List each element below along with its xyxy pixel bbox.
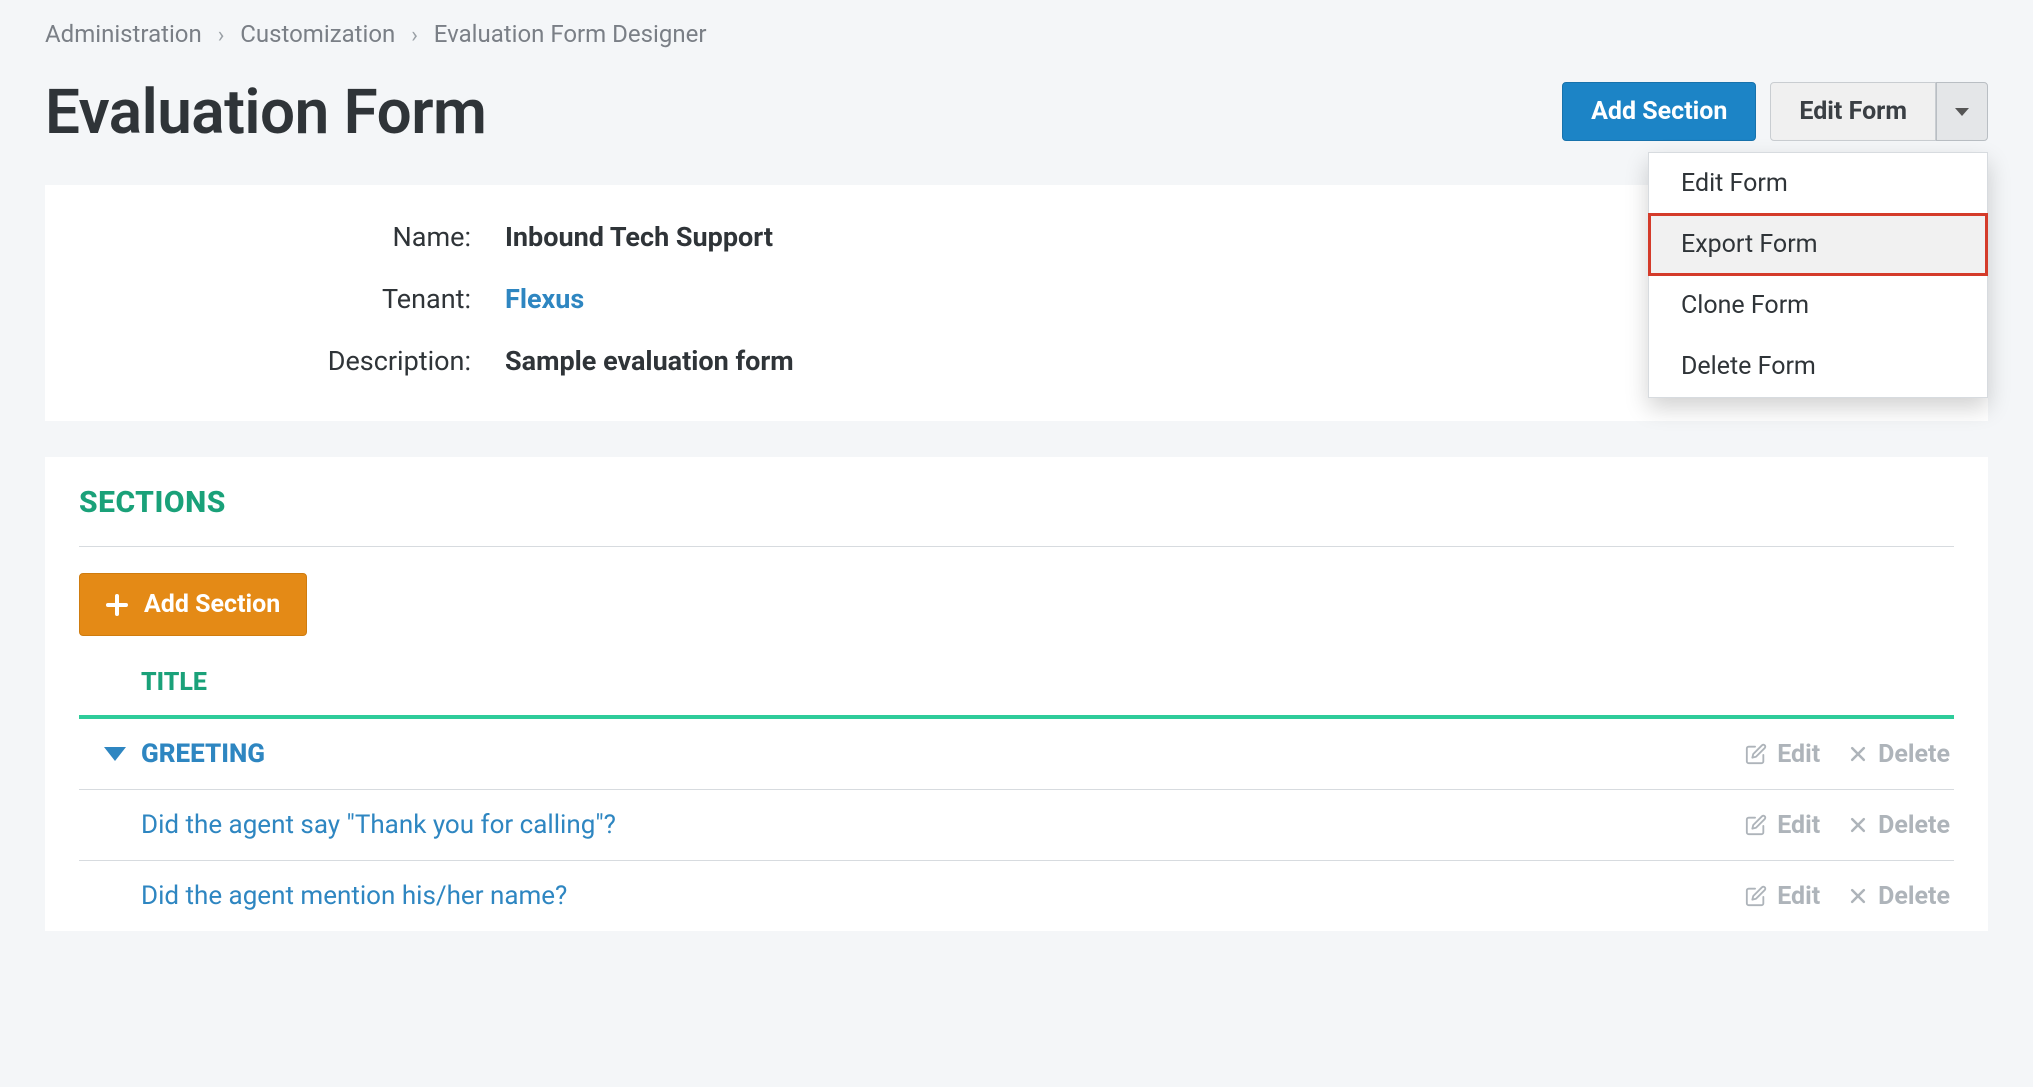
question-link[interactable]: Did the agent say "Thank you for calling…	[141, 810, 1745, 840]
dropdown-item-export-form[interactable]: Export Form	[1649, 214, 1987, 275]
close-icon	[1848, 815, 1868, 835]
breadcrumb-item[interactable]: Evaluation Form Designer	[434, 20, 707, 48]
edit-question-button[interactable]: Edit	[1745, 882, 1820, 911]
name-label: Name:	[75, 221, 505, 253]
breadcrumb-item[interactable]: Customization	[240, 20, 395, 48]
breadcrumb-item[interactable]: Administration	[45, 20, 202, 48]
edit-icon	[1745, 814, 1767, 836]
row-actions: Edit Delete	[1745, 882, 1950, 911]
delete-section-button[interactable]: Delete	[1848, 740, 1950, 769]
edit-form-dropdown-menu: Edit Form Export Form Clone Form Delete …	[1648, 152, 1988, 398]
edit-question-button[interactable]: Edit	[1745, 811, 1820, 840]
delete-label: Delete	[1878, 811, 1950, 840]
sections-card: SECTIONS Add Section TITLE GREETING Edit…	[45, 457, 1988, 931]
section-row: GREETING Edit Delete	[79, 719, 1954, 790]
delete-label: Delete	[1878, 740, 1950, 769]
question-link[interactable]: Did the agent mention his/her name?	[141, 881, 1745, 911]
breadcrumb: Administration › Customization › Evaluat…	[45, 0, 1988, 48]
tenant-label: Tenant:	[75, 283, 505, 315]
header-actions: Add Section Edit Form Edit Form Export F…	[1562, 82, 1988, 141]
sections-table-header: TITLE	[79, 668, 1954, 719]
question-row: Did the agent mention his/her name? Edit…	[79, 861, 1954, 931]
row-actions: Edit Delete	[1745, 740, 1950, 769]
edit-label: Edit	[1777, 740, 1820, 769]
section-title-link[interactable]: GREETING	[141, 739, 1745, 769]
edit-icon	[1745, 743, 1767, 765]
delete-question-button[interactable]: Delete	[1848, 882, 1950, 911]
delete-label: Delete	[1878, 882, 1950, 911]
add-section-button-secondary[interactable]: Add Section	[79, 573, 307, 636]
edit-label: Edit	[1777, 882, 1820, 911]
description-label: Description:	[75, 345, 505, 377]
delete-question-button[interactable]: Delete	[1848, 811, 1950, 840]
edit-section-button[interactable]: Edit	[1745, 740, 1820, 769]
dropdown-item-clone-form[interactable]: Clone Form	[1649, 275, 1987, 336]
page-title: Evaluation Form	[45, 76, 486, 149]
dropdown-item-delete-form[interactable]: Delete Form	[1649, 336, 1987, 397]
section-expand-toggle[interactable]	[89, 747, 141, 761]
question-row: Did the agent say "Thank you for calling…	[79, 790, 1954, 861]
close-icon	[1848, 744, 1868, 764]
edit-form-dropdown-toggle[interactable]	[1936, 82, 1988, 141]
edit-label: Edit	[1777, 811, 1820, 840]
row-actions: Edit Delete	[1745, 811, 1950, 840]
sections-heading: SECTIONS	[79, 485, 1954, 547]
chevron-right-icon: ›	[411, 23, 418, 48]
add-section-label: Add Section	[144, 590, 280, 619]
add-section-button[interactable]: Add Section	[1562, 82, 1756, 141]
edit-form-button[interactable]: Edit Form	[1770, 82, 1936, 141]
column-title: TITLE	[141, 668, 207, 697]
dropdown-item-edit-form[interactable]: Edit Form	[1649, 153, 1987, 214]
close-icon	[1848, 886, 1868, 906]
chevron-right-icon: ›	[218, 23, 225, 48]
edit-icon	[1745, 885, 1767, 907]
plus-icon	[106, 594, 128, 616]
caret-down-icon	[104, 747, 126, 761]
caret-down-icon	[1955, 108, 1969, 116]
